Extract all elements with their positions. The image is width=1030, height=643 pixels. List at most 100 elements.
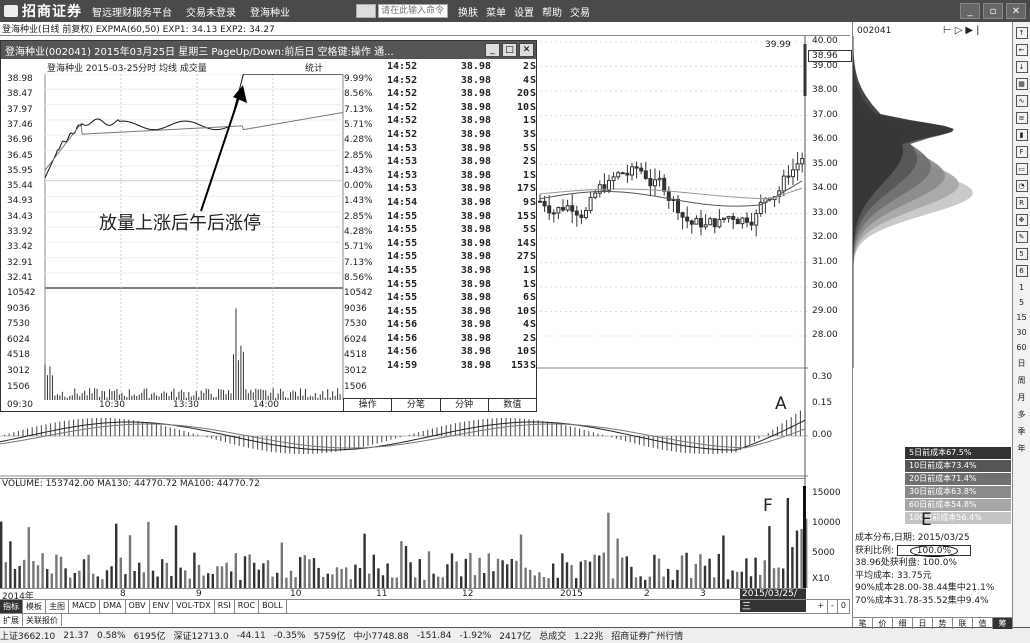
menu-item-platform[interactable]: 智远理财服务平台: [92, 4, 172, 19]
tab-macd[interactable]: MACD: [69, 600, 100, 613]
tick-row[interactable]: 14:55 38.98 6 S: [385, 292, 536, 306]
sz-index[interactable]: 深证12713.0: [173, 629, 228, 642]
ruler-icon[interactable]: ▭: [1015, 163, 1028, 175]
tab-env[interactable]: ENV: [150, 600, 174, 613]
tick-row[interactable]: 14:55 38.98 1 S: [385, 265, 536, 279]
restore-icon[interactable]: ▫: [983, 3, 1003, 19]
popup-maximize-icon[interactable]: □: [502, 43, 517, 57]
chart-icon[interactable]: ∿: [1015, 95, 1028, 107]
dial-icon[interactable]: ◔: [1015, 180, 1028, 192]
tab-day[interactable]: 日: [913, 618, 933, 629]
tick-row[interactable]: 14:53 38.98 17 S: [385, 183, 536, 197]
tab-template[interactable]: 模板: [23, 600, 46, 613]
tick-row[interactable]: 14:52 38.98 2 S: [385, 61, 536, 75]
tick-row[interactable]: 14:54 38.98 9 S: [385, 197, 536, 211]
popup-title[interactable]: 登海种业(002041) 2015年03月25日 星期三 PageUp/Down…: [1, 41, 536, 59]
tab-trades[interactable]: 笔: [853, 618, 873, 629]
period-1[interactable]: 1: [1013, 283, 1030, 292]
arrow-left-icon[interactable]: ←: [1015, 44, 1028, 56]
fib-icon[interactable]: F: [1015, 146, 1028, 158]
move-icon[interactable]: ✥: [1015, 214, 1028, 226]
tab-linked[interactable]: 联: [953, 618, 973, 629]
tick-row[interactable]: 14:55 38.98 27 S: [385, 251, 536, 265]
bars-icon[interactable]: ▮: [1015, 129, 1028, 141]
tick-row[interactable]: 14:55 38.98 10 S: [385, 306, 536, 320]
popup-close-icon[interactable]: ✕: [519, 43, 534, 57]
tab-chips[interactable]: 筹: [993, 618, 1013, 629]
tick-row[interactable]: 14:56 38.98 4 S: [385, 319, 536, 333]
tab-dma[interactable]: DMA: [100, 600, 126, 613]
sme-index[interactable]: 中小7748.88: [353, 629, 408, 642]
intraday-popup[interactable]: 登海种业(002041) 2015年03月25日 星期三 PageUp/Down…: [0, 40, 537, 412]
tab-indicator[interactable]: 指标: [0, 600, 23, 613]
rsi-icon[interactable]: R: [1015, 197, 1028, 209]
tick-row[interactable]: 14:52 38.98 3 S: [385, 129, 536, 143]
tab-rsi[interactable]: RSI: [215, 600, 235, 613]
period-month[interactable]: 月: [1013, 392, 1030, 403]
step-icon[interactable]: ▷: [955, 25, 963, 36]
tab-roc[interactable]: ROC: [235, 600, 260, 613]
minimize-icon[interactable]: _: [960, 3, 980, 19]
list-icon[interactable]: ≡: [1015, 112, 1028, 124]
command-input[interactable]: [378, 4, 448, 18]
period-year[interactable]: 年: [1013, 443, 1030, 454]
tick-row[interactable]: 14:52 38.98 20 S: [385, 88, 536, 102]
tick-row[interactable]: 14:56 38.98 2 S: [385, 333, 536, 347]
tab-boll[interactable]: BOLL: [259, 600, 287, 613]
tick-row[interactable]: 14:52 38.98 10 S: [385, 102, 536, 116]
tab-related-quotes[interactable]: 关联报价: [23, 614, 62, 626]
grid-icon[interactable]: ▦: [1015, 78, 1028, 90]
tab-detail[interactable]: 细: [893, 618, 913, 629]
tab-value[interactable]: 值: [973, 618, 993, 629]
menu-button[interactable]: 菜单: [486, 4, 506, 19]
popup-tab-values[interactable]: 数值: [487, 399, 536, 412]
arrow-up-icon[interactable]: ↑: [1015, 27, 1028, 39]
sh-index[interactable]: 上证3662.10: [0, 629, 55, 642]
close-icon[interactable]: ✕: [1006, 3, 1026, 19]
popup-minimize-icon[interactable]: _: [485, 43, 500, 57]
period-60[interactable]: 60: [1013, 343, 1030, 352]
tick-row[interactable]: 14:52 38.98 1 S: [385, 115, 536, 129]
tick-row[interactable]: 14:55 38.98 5 S: [385, 224, 536, 238]
tick-row[interactable]: 14:53 38.98 1 S: [385, 170, 536, 184]
menu-item-stock[interactable]: 登海种业: [250, 4, 290, 19]
period-multi[interactable]: 多: [1013, 409, 1030, 420]
popup-tab-ops[interactable]: 操作: [343, 399, 391, 412]
popup-tab-trades[interactable]: 分笔: [391, 399, 439, 412]
tick-row[interactable]: 14:52 38.98 4 S: [385, 75, 536, 89]
tick-row[interactable]: 14:53 38.98 2 S: [385, 156, 536, 170]
tab-extend[interactable]: 扩展: [0, 614, 23, 626]
tab-price[interactable]: 价: [873, 618, 893, 629]
pen-icon[interactable]: ✎: [1015, 231, 1028, 243]
skin-button[interactable]: 换肤: [458, 4, 478, 19]
f6-icon[interactable]: 6: [1015, 265, 1028, 277]
keyboard-icon[interactable]: [356, 4, 376, 18]
start-icon[interactable]: ⊢: [943, 25, 952, 36]
zoom-reset-button[interactable]: 0: [838, 600, 850, 613]
arrow-down-icon[interactable]: ↓: [1015, 61, 1028, 73]
period-week[interactable]: 周: [1013, 375, 1030, 386]
menu-item-trade-login[interactable]: 交易未登录: [186, 4, 236, 19]
tab-obv[interactable]: OBV: [126, 600, 150, 613]
tick-row[interactable]: 14:55 38.98 1 S: [385, 279, 536, 293]
period-15[interactable]: 15: [1013, 313, 1030, 322]
tick-row[interactable]: 14:53 38.98 5 S: [385, 143, 536, 157]
tick-row[interactable]: 14:55 38.98 14 S: [385, 238, 536, 252]
zoom-in-button[interactable]: +: [814, 600, 829, 613]
settings-button[interactable]: 设置: [514, 4, 534, 19]
popup-tab-minutes[interactable]: 分钟: [439, 399, 488, 412]
stop-icon[interactable]: |: [976, 25, 979, 36]
period-30[interactable]: 30: [1013, 328, 1030, 337]
play-icon[interactable]: ▶: [965, 25, 973, 36]
period-quarter[interactable]: 季: [1013, 426, 1030, 437]
f5-icon[interactable]: 5: [1015, 248, 1028, 260]
period-day[interactable]: 日: [1013, 358, 1030, 369]
period-5[interactable]: 5: [1013, 298, 1030, 307]
help-button[interactable]: 帮助: [542, 4, 562, 19]
trade-button[interactable]: 交易: [570, 4, 590, 19]
stat-button[interactable]: 统计: [305, 61, 323, 74]
tick-row[interactable]: 14:59 38.98 153 S: [385, 360, 536, 374]
tab-vol-tdx[interactable]: VOL-TDX: [173, 600, 215, 613]
tab-main[interactable]: 主图: [46, 600, 69, 613]
quote-server[interactable]: 招商证券广州行情: [611, 629, 683, 642]
